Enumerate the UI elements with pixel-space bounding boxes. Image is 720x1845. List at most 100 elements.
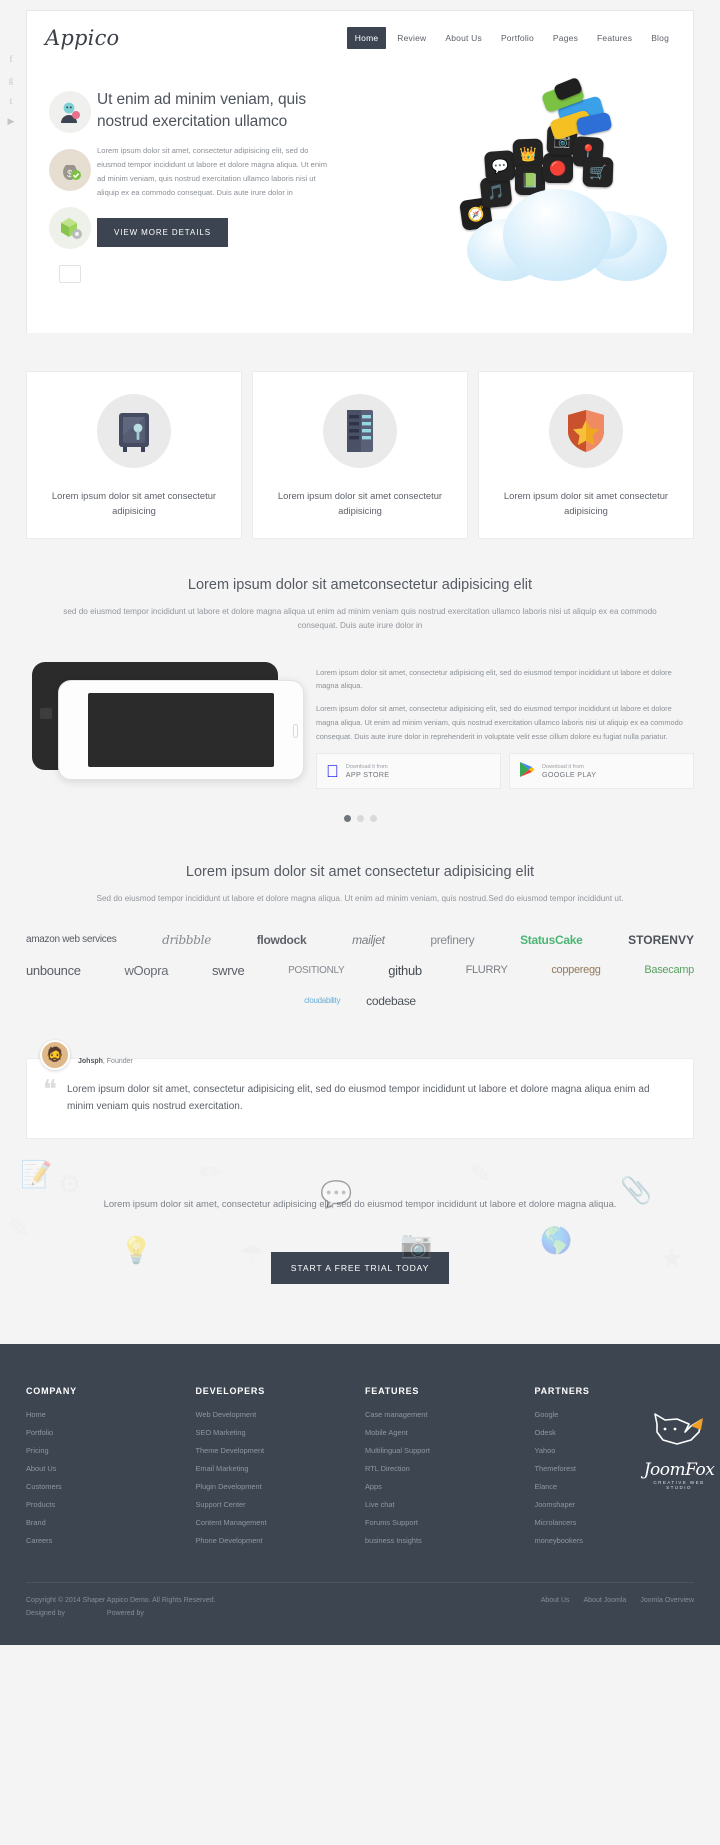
joomfox-logo[interactable]: JoomFox CREATIVE WEB STUDIO <box>642 1410 716 1490</box>
hero-card: Appico Home Review About Us Portfolio Pa… <box>26 10 694 333</box>
footer-link[interactable]: Apps <box>365 1482 525 1491</box>
start-free-trial-button[interactable]: START A FREE TRIAL TODAY <box>270 1251 450 1284</box>
footer-link[interactable]: About Us <box>26 1464 186 1473</box>
social-facebook-icon[interactable]: f <box>0 48 22 69</box>
client-logo-copperegg[interactable]: copperegg <box>551 964 601 976</box>
footer-link[interactable]: Theme Development <box>196 1446 356 1455</box>
client-logo-basecamp[interactable]: Basecamp <box>644 964 694 976</box>
phone-home-button <box>293 723 298 738</box>
footer-link[interactable]: Phone Development <box>196 1536 356 1545</box>
feature-box-text: Lorem ipsum dolor sit amet consectetur a… <box>503 490 669 517</box>
client-logo-mailjet[interactable]: mailjet <box>352 933 385 947</box>
feature-box[interactable]: Lorem ipsum dolor sit amet consectetur a… <box>26 371 242 540</box>
view-more-details-button[interactable]: VIEW MORE DETAILS <box>97 218 228 248</box>
footer-link[interactable]: moneybookers <box>535 1536 695 1545</box>
footer-bottom-link-about-joomla[interactable]: About Joomla <box>584 1597 627 1604</box>
footer-link[interactable]: Microlancers <box>535 1518 695 1527</box>
feature-box[interactable]: Lorem ipsum dolor sit amet consectetur a… <box>252 371 468 540</box>
footer-link[interactable]: RTL Direction <box>365 1464 525 1473</box>
footer-bottom-link-about-us[interactable]: About Us <box>541 1597 570 1604</box>
social-youtube-icon[interactable]: ▶ <box>0 111 22 132</box>
client-logo-statuscake[interactable]: StatusCake <box>520 933 583 947</box>
client-logo-unbounce[interactable]: unbounce <box>26 963 81 978</box>
quote-icon: ❝ <box>43 1074 57 1105</box>
footer-designed-by: Designed by <box>26 1609 65 1617</box>
site-header: Appico Home Review About Us Portfolio Pa… <box>27 11 693 65</box>
client-logo-storenvy[interactable]: STORENVY <box>628 933 694 947</box>
nav-item-blog[interactable]: Blog <box>643 27 677 49</box>
hero-copy: Ut enim ad minim veniam, quis nostrud ex… <box>97 83 329 299</box>
footer-link[interactable]: Pricing <box>26 1446 186 1455</box>
footer-link[interactable]: Products <box>26 1500 186 1509</box>
cloud-shape-icon <box>467 189 667 281</box>
footer-link[interactable]: Portfolio <box>26 1428 186 1437</box>
client-logo-positionly[interactable]: POSITIONLY <box>288 965 345 976</box>
client-logo-row: cloudability codebase <box>26 994 694 1008</box>
feature-box[interactable]: Lorem ipsum dolor sit amet consectetur a… <box>478 371 694 540</box>
money-bag-icon[interactable]: $ <box>49 149 91 191</box>
footer-link[interactable]: Live chat <box>365 1500 525 1509</box>
footer-column-company: COMPANY Home Portfolio Pricing About Us … <box>26 1386 186 1554</box>
testimonial-author-line: Johsph, Founder <box>78 1058 133 1066</box>
nav-item-pages[interactable]: Pages <box>545 27 586 49</box>
nav-item-review[interactable]: Review <box>389 27 434 49</box>
client-logo-flurry[interactable]: FLURRY <box>466 964 508 976</box>
footer-link[interactable]: Plugin Development <box>196 1482 356 1491</box>
user-avatar-icon[interactable] <box>49 91 91 133</box>
client-logo-swrve[interactable]: swrve <box>212 963 245 978</box>
footer-link[interactable]: Careers <box>26 1536 186 1545</box>
social-twitter-icon[interactable]: t <box>0 90 22 111</box>
package-gear-icon[interactable] <box>49 207 91 249</box>
nav-item-about-us[interactable]: About Us <box>437 27 490 49</box>
slider-dot-3[interactable] <box>369 815 377 823</box>
testimonial-card: ❝ Lorem ipsum dolor sit amet, consectetu… <box>26 1057 694 1139</box>
blank-card-icon[interactable] <box>59 265 81 283</box>
client-logo-amazon[interactable]: amazon web services <box>26 934 117 945</box>
footer-columns: COMPANY Home Portfolio Pricing About Us … <box>26 1386 694 1554</box>
client-logo-github[interactable]: github <box>388 963 422 978</box>
social-google-plus-icon[interactable]: g <box>0 69 22 90</box>
footer-column-title: COMPANY <box>26 1385 77 1396</box>
cta-background-doodles: ✎ ⚙ 💡 ✏ ☂ 💬 📷 ✎ 🌎 📎 ★ 📝 <box>8 1156 684 1273</box>
slider-dot-1[interactable] <box>343 815 351 823</box>
footer-link[interactable]: Home <box>26 1410 186 1419</box>
slider-dot-2[interactable] <box>356 815 364 823</box>
footer-link[interactable]: Email Marketing <box>196 1464 356 1473</box>
client-logo-flowdock[interactable]: flowdock <box>257 933 307 947</box>
app-showcase-copy: Lorem ipsum dolor sit amet, consectetur … <box>306 662 694 790</box>
main-nav: Home Review About Us Portfolio Pages Fea… <box>346 27 677 49</box>
nav-item-features[interactable]: Features <box>589 27 640 49</box>
app-tile-chat: 💬 <box>483 149 517 183</box>
footer-link[interactable]: Forums Support <box>365 1518 525 1527</box>
google-play-button[interactable]: Download it from GOOGLE PLAY <box>509 753 694 790</box>
footer-link[interactable]: SEO Marketing <box>196 1428 356 1437</box>
phone-white <box>58 679 304 780</box>
footer-powered-by: Powered by <box>106 1609 144 1617</box>
site-logo[interactable]: Appico <box>45 26 119 50</box>
page-root: f g t ▶ Appico Home Review About Us Port… <box>0 0 720 1645</box>
nav-item-home[interactable]: Home <box>346 27 387 49</box>
google-play-strong: GOOGLE PLAY <box>542 769 597 779</box>
footer-link[interactable]: business Insights <box>365 1536 525 1545</box>
footer-link[interactable]: Joomshaper <box>535 1500 695 1509</box>
nav-item-portfolio[interactable]: Portfolio <box>493 27 542 49</box>
google-play-icon <box>519 761 535 781</box>
apple-icon:  <box>326 763 339 780</box>
client-logo-cloudability[interactable]: cloudability <box>304 996 340 1005</box>
footer-link[interactable]: Customers <box>26 1482 186 1491</box>
clients-section-heading: Lorem ipsum dolor sit amet consectetur a… <box>0 822 720 906</box>
safe-vault-icon <box>97 394 171 468</box>
client-logo-dribbble[interactable]: dribbble <box>162 933 211 947</box>
footer-link[interactable]: Multilingual Support <box>365 1446 525 1455</box>
footer-link[interactable]: Brand <box>26 1518 186 1527</box>
client-logo-codebase[interactable]: codebase <box>366 994 416 1008</box>
footer-link[interactable]: Case management <box>365 1410 525 1419</box>
app-store-button[interactable]:  Download it from APP STORE <box>316 753 501 790</box>
footer-link[interactable]: Support Center <box>196 1500 356 1509</box>
client-logo-woopra[interactable]: wOopra <box>124 963 168 978</box>
footer-bottom-link-joomla-overview[interactable]: Joomla Overview <box>640 1597 694 1604</box>
footer-link[interactable]: Web Development <box>196 1410 356 1419</box>
footer-link[interactable]: Content Management <box>196 1518 356 1527</box>
client-logo-prefinery[interactable]: prefinery <box>430 933 474 947</box>
footer-link[interactable]: Mobile Agent <box>365 1428 525 1437</box>
